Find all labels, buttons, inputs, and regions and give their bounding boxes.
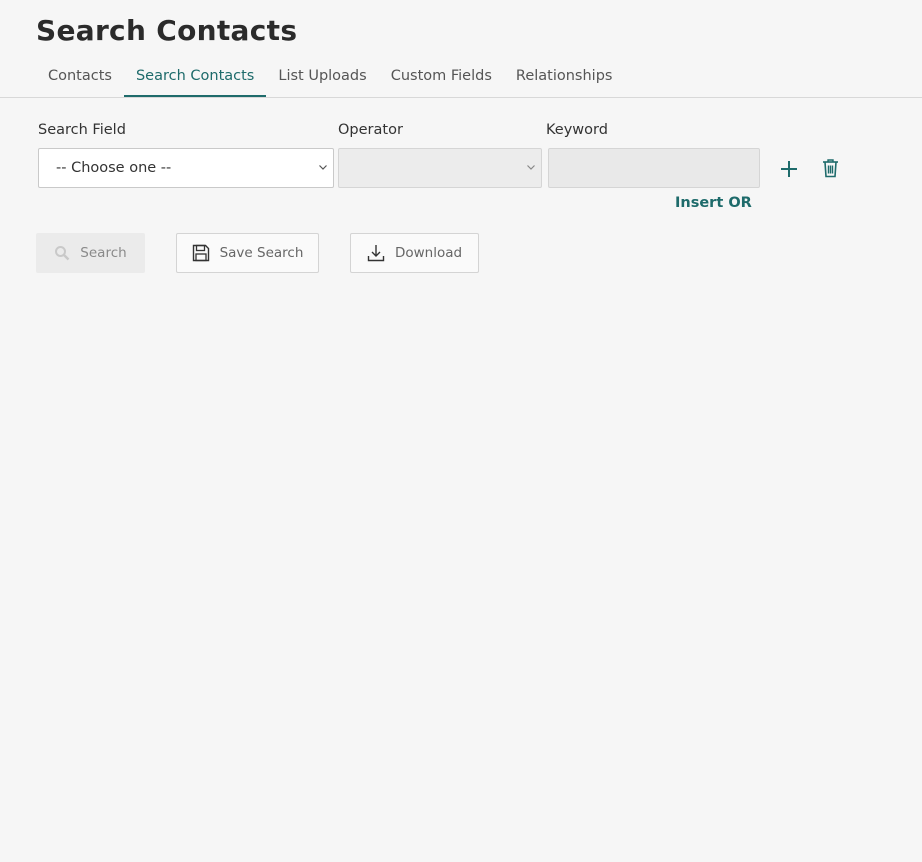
download-button[interactable]: Download	[350, 233, 479, 273]
tab-search-contacts[interactable]: Search Contacts	[123, 60, 267, 97]
keyword-label: Keyword	[546, 122, 608, 138]
operator-label: Operator	[338, 122, 403, 138]
tab-relationships[interactable]: Relationships	[504, 60, 625, 97]
page-title: Search Contacts	[36, 14, 298, 47]
operator-select[interactable]	[338, 148, 542, 188]
insert-or-link[interactable]: Insert OR	[675, 195, 752, 211]
tabs-divider	[0, 97, 922, 98]
tab-list-uploads[interactable]: List Uploads	[266, 60, 378, 97]
download-button-label: Download	[394, 245, 463, 261]
tab-bar: Contacts Search Contacts List Uploads Cu…	[36, 60, 624, 97]
chevron-down-icon	[527, 165, 535, 170]
search-field-selected-value: -- Choose one --	[56, 160, 172, 176]
save-icon	[192, 244, 210, 262]
keyword-input[interactable]	[548, 148, 760, 188]
tab-custom-fields[interactable]: Custom Fields	[379, 60, 504, 97]
save-search-button-label: Save Search	[219, 245, 304, 261]
save-search-button[interactable]: Save Search	[176, 233, 319, 273]
chevron-down-icon	[319, 165, 327, 170]
tab-contacts[interactable]: Contacts	[36, 60, 124, 97]
search-field-label: Search Field	[38, 122, 126, 138]
plus-icon[interactable]	[780, 160, 798, 178]
trash-icon[interactable]	[822, 158, 839, 178]
search-button[interactable]: Search	[36, 233, 145, 273]
search-field-select[interactable]: -- Choose one --	[38, 148, 334, 188]
search-button-label: Search	[80, 245, 127, 261]
download-icon	[367, 244, 385, 262]
search-icon	[54, 245, 70, 261]
